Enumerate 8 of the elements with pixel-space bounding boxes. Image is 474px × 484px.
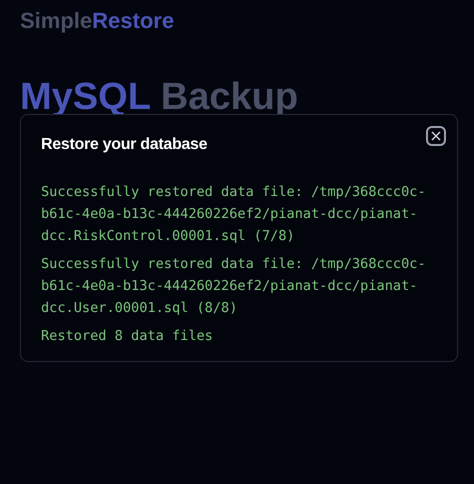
dialog-title: Restore your database <box>41 135 208 155</box>
log-line: Successfully restored data file: /tmp/368ccc0c-b61c-4e0a-b13c-444260226ef2/pianat-dcc/pianat-dcc.RiskControl.00001.sql (7/8) <box>41 183 427 246</box>
logo[interactable]: SimpleRestore <box>20 4 174 37</box>
page-heading: MySQL Backup <box>20 75 298 119</box>
close-button[interactable] <box>426 126 446 146</box>
close-icon <box>431 131 441 141</box>
log-line: Successfully restored data file: /tmp/368ccc0c-b61c-4e0a-b13c-444260226ef2/pianat-dcc/pianat-dcc.User.00001.sql (8/8) <box>41 255 427 318</box>
log-line: Restored 8 data files <box>41 327 214 346</box>
